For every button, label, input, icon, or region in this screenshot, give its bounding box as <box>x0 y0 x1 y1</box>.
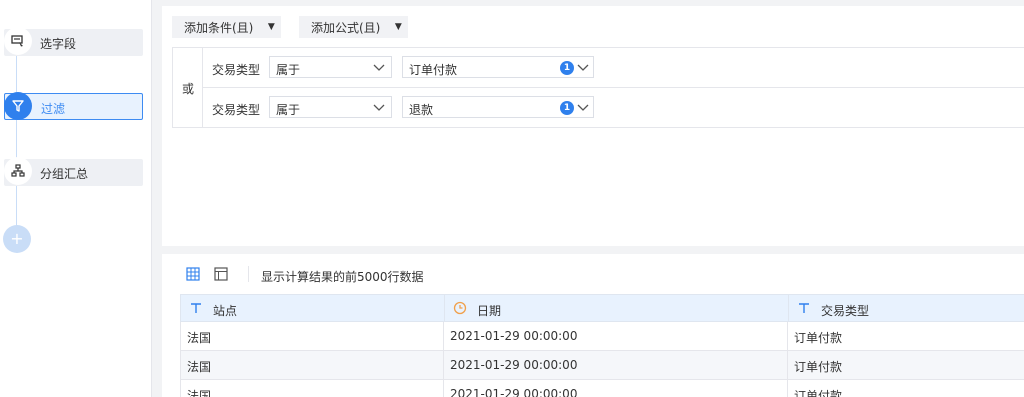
add-condition-label: 添加条件(且) <box>184 20 254 35</box>
add-formula-button[interactable]: 添加公式(且) ▼ <box>299 16 409 38</box>
date-type-icon <box>453 301 467 315</box>
add-formula-label: 添加公式(且) <box>311 20 381 35</box>
result-info-text: 显示计算结果的前5000行数据 <box>261 270 424 284</box>
filter-icon <box>4 92 32 120</box>
condition-group: 或 交易类型 属于 订单付款 1 交易类型 属于 退款 1 <box>172 47 1024 128</box>
column-header-label: 站点 <box>213 304 238 318</box>
dropdown-arrow-icon[interactable]: ▼ <box>388 22 408 32</box>
step-select-fields[interactable]: 选字段 <box>4 27 143 56</box>
condition-field-label: 交易类型 <box>212 63 261 77</box>
table-header: 站点 日期 交易类型 <box>180 294 1024 322</box>
table-cell: 订单付款 <box>794 360 843 374</box>
column-header-transaction-type[interactable]: 交易类型 <box>789 295 1024 322</box>
value-text: 退款 <box>409 103 434 117</box>
chevron-down-icon <box>373 104 385 111</box>
condition-row: 交易类型 属于 订单付款 1 <box>203 48 1024 87</box>
chevron-down-icon <box>577 64 589 71</box>
table-cell: 法国 <box>181 322 444 350</box>
table-cell: 2021-01-29 00:00:00 <box>444 380 788 397</box>
table-row: 法国 2021-01-29 00:00:00 订单付款 <box>180 322 1024 351</box>
column-header-label: 交易类型 <box>821 304 870 318</box>
step-filter[interactable]: 过滤 <box>4 92 143 120</box>
text-type-icon <box>799 303 809 313</box>
table-cell: 法国 <box>181 351 444 379</box>
chevron-down-icon <box>577 104 589 111</box>
logic-or-label: 或 <box>182 82 195 96</box>
table-cell: 2021-01-29 00:00:00 <box>444 351 788 379</box>
table-cell: 订单付款 <box>794 389 843 397</box>
select-fields-icon <box>4 27 32 55</box>
add-step-button[interactable]: + <box>3 225 31 253</box>
condition-field-label: 交易类型 <box>212 103 261 117</box>
step-label: 过滤 <box>41 102 66 116</box>
column-header-site[interactable]: 站点 <box>181 295 445 322</box>
column-header-date[interactable]: 日期 <box>445 295 789 322</box>
card-view-icon[interactable] <box>214 267 228 281</box>
chevron-down-icon <box>373 64 385 71</box>
add-condition-button[interactable]: 添加条件(且) ▼ <box>172 16 282 38</box>
table-cell: 订单付款 <box>794 331 843 345</box>
selected-count-badge: 1 <box>560 61 574 75</box>
value-select[interactable]: 退款 1 <box>402 96 594 118</box>
toolbar-divider <box>248 266 249 282</box>
group-icon <box>4 157 32 185</box>
step-group-summary[interactable]: 分组汇总 <box>4 157 143 186</box>
operator-select[interactable]: 属于 <box>269 56 392 78</box>
column-header-label: 日期 <box>477 304 502 318</box>
value-text: 订单付款 <box>409 63 458 77</box>
operator-select[interactable]: 属于 <box>269 96 392 118</box>
condition-row: 交易类型 属于 退款 1 <box>203 88 1024 127</box>
value-select[interactable]: 订单付款 1 <box>402 56 594 78</box>
logic-or-column: 或 <box>173 48 203 127</box>
dropdown-arrow-icon[interactable]: ▼ <box>261 22 281 32</box>
result-panel: 显示计算结果的前5000行数据 站点 日期 交易类型 法国 2021-01-29… <box>162 254 1024 397</box>
table-cell: 法国 <box>181 380 444 397</box>
filter-panel: 添加条件(且) ▼ 添加公式(且) ▼ 或 交易类型 属于 订单付款 1 交易类… <box>162 6 1024 246</box>
text-type-icon <box>191 303 201 313</box>
table-view-icon[interactable] <box>186 267 200 281</box>
step-label: 选字段 <box>40 37 77 51</box>
operator-value: 属于 <box>276 63 301 77</box>
table-cell: 2021-01-29 00:00:00 <box>444 322 788 350</box>
step-connector-line <box>16 48 17 228</box>
table-row: 法国 2021-01-29 00:00:00 订单付款 <box>180 351 1024 380</box>
step-label: 分组汇总 <box>40 167 89 181</box>
table-row: 法国 2021-01-29 00:00:00 订单付款 <box>180 380 1024 397</box>
step-panel: 选字段 过滤 分组汇总 + <box>0 0 152 397</box>
operator-value: 属于 <box>276 103 301 117</box>
selected-count-badge: 1 <box>560 101 574 115</box>
